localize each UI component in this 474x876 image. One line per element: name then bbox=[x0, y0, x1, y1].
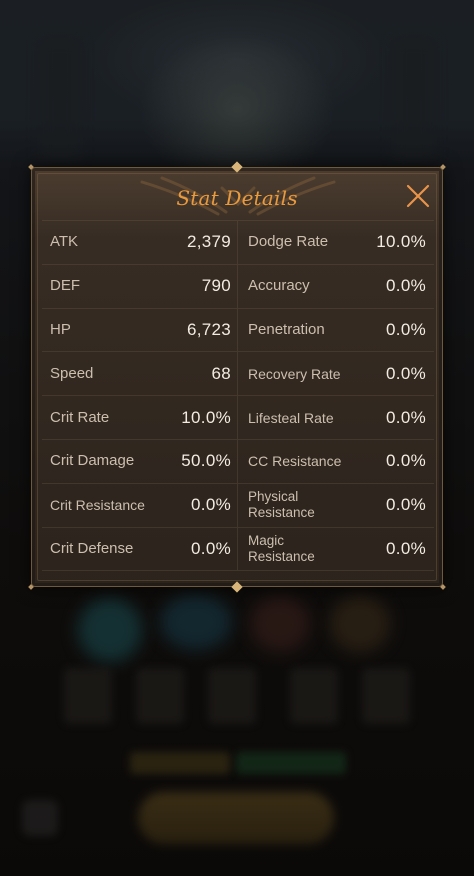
stat-row: HP 6,723 Penetration 0.0% bbox=[42, 308, 434, 353]
stat-value: 10.0% bbox=[181, 407, 231, 427]
stat-value: 0.0% bbox=[386, 276, 426, 296]
stat-speed: Speed 68 bbox=[42, 352, 238, 396]
stat-label: Magic Resistance bbox=[248, 532, 315, 564]
dialog-title: Stat Details bbox=[176, 186, 298, 210]
stat-value: 0.0% bbox=[386, 407, 426, 427]
stat-lifesteal-rate: Lifesteal Rate 0.0% bbox=[238, 396, 434, 439]
stat-dodge-rate: Dodge Rate 10.0% bbox=[238, 221, 434, 264]
stat-label: Lifesteal Rate bbox=[248, 409, 334, 426]
close-button[interactable] bbox=[404, 182, 432, 210]
close-icon bbox=[406, 184, 430, 208]
stat-crit-rate: Crit Rate 10.0% bbox=[42, 396, 238, 439]
dialog-header: Stat Details bbox=[32, 168, 442, 226]
stat-label: Crit Damage bbox=[50, 452, 135, 470]
stat-cc-resistance: CC Resistance 0.0% bbox=[238, 440, 434, 483]
stat-details-dialog: Stat Details ATK 2,379 Dodge Rate 10.0% … bbox=[28, 161, 446, 593]
stat-label: HP bbox=[50, 320, 71, 338]
stat-row: DEF 790 Accuracy 0.0% bbox=[42, 264, 434, 309]
stat-value: 0.0% bbox=[386, 538, 426, 558]
stat-label: Crit Resistance bbox=[50, 497, 145, 514]
stat-accuracy: Accuracy 0.0% bbox=[238, 265, 434, 308]
stat-recovery-rate: Recovery Rate 0.0% bbox=[238, 352, 434, 395]
stat-value: 0.0% bbox=[386, 495, 426, 515]
stat-value: 0.0% bbox=[191, 495, 231, 515]
stat-value: 2,379 bbox=[186, 232, 231, 252]
stat-label: Speed bbox=[50, 364, 94, 382]
stat-label: Penetration bbox=[248, 320, 325, 338]
stat-label: Recovery Rate bbox=[248, 365, 341, 382]
stat-value: 0.0% bbox=[386, 319, 426, 339]
stat-label: Physical Resistance bbox=[248, 489, 315, 521]
stats-table: ATK 2,379 Dodge Rate 10.0% DEF 790 Accur… bbox=[42, 220, 434, 572]
stat-penetration: Penetration 0.0% bbox=[238, 309, 434, 352]
stat-value: 0.0% bbox=[191, 538, 231, 558]
stat-value: 0.0% bbox=[386, 363, 426, 383]
stat-crit-damage: Crit Damage 50.0% bbox=[42, 439, 238, 483]
stat-hp: HP 6,723 bbox=[42, 308, 238, 352]
stat-value: 68 bbox=[211, 363, 231, 383]
stat-row: Crit Resistance 0.0% Physical Resistance… bbox=[42, 483, 434, 528]
stat-label: Accuracy bbox=[248, 277, 310, 295]
stat-def: DEF 790 bbox=[42, 264, 238, 308]
stat-value: 10.0% bbox=[376, 232, 426, 252]
stat-label: CC Resistance bbox=[248, 453, 342, 470]
stat-row: Crit Rate 10.0% Lifesteal Rate 0.0% bbox=[42, 396, 434, 440]
stat-value: 6,723 bbox=[186, 319, 231, 339]
stat-crit-resistance: Crit Resistance 0.0% bbox=[42, 483, 238, 527]
stat-value: 50.0% bbox=[181, 451, 231, 471]
stat-row: Crit Defense 0.0% Magic Resistance 0.0% bbox=[42, 527, 434, 572]
stat-value: 790 bbox=[201, 276, 231, 296]
stat-row: Crit Damage 50.0% CC Resistance 0.0% bbox=[42, 439, 434, 484]
stat-value: 0.0% bbox=[386, 451, 426, 471]
stat-row: Speed 68 Recovery Rate 0.0% bbox=[42, 352, 434, 397]
stat-row: ATK 2,379 Dodge Rate 10.0% bbox=[42, 220, 434, 265]
stat-label: DEF bbox=[50, 277, 80, 295]
stat-crit-defense: Crit Defense 0.0% bbox=[42, 527, 238, 571]
stat-magic-resistance: Magic Resistance 0.0% bbox=[238, 528, 434, 571]
stat-label: Crit Defense bbox=[50, 539, 134, 557]
stat-label: Dodge Rate bbox=[248, 233, 329, 251]
stat-label: ATK bbox=[50, 233, 79, 251]
stat-physical-resistance: Physical Resistance 0.0% bbox=[238, 484, 434, 527]
stat-atk: ATK 2,379 bbox=[42, 221, 238, 264]
stat-label: Crit Rate bbox=[50, 408, 110, 426]
